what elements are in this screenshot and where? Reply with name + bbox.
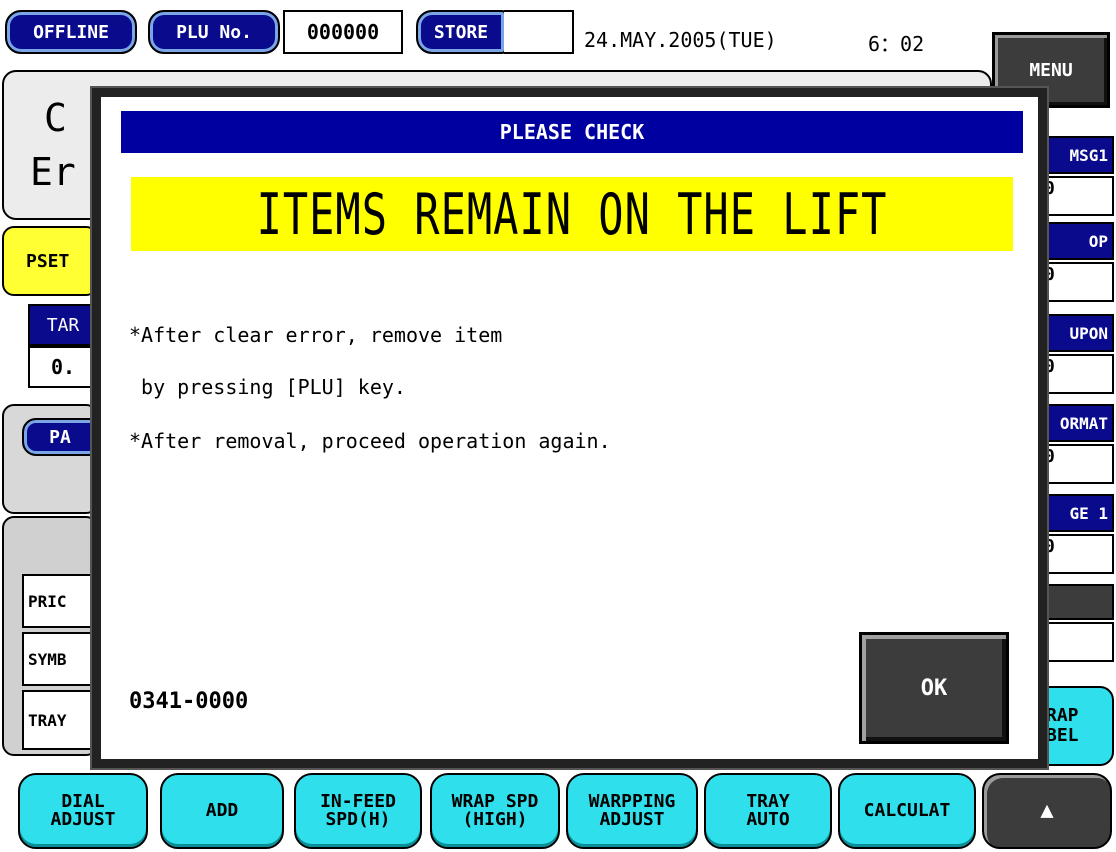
main-display-partial-1: C	[44, 96, 67, 140]
pset-label: PSET	[26, 250, 70, 272]
store-label: STORE	[416, 10, 506, 54]
format-label: ORMAT	[1040, 404, 1114, 442]
right-dark-bar	[1040, 584, 1114, 620]
tray-auto-button[interactable]: TRAY AUTO	[704, 773, 832, 849]
time-display: 6：02	[868, 32, 925, 56]
dial-adjust-button[interactable]: DIAL ADJUST	[18, 773, 148, 849]
op-label: OP	[1040, 222, 1114, 260]
error-banner: ITEMS REMAIN ON THE LIFT	[131, 177, 1013, 251]
wrap-speed-button[interactable]: WRAP SPD (HIGH)	[430, 773, 560, 849]
right-blank-box	[1040, 622, 1114, 662]
tray-row-label: TRAY	[22, 690, 98, 750]
msg1-value: 0	[1040, 176, 1114, 216]
screen: OFFLINE PLU No. 000000 STORE 24.MAY.2005…	[0, 0, 1116, 852]
tare-label: TAR	[28, 304, 98, 346]
wrap-label-line-2: BEL	[1046, 725, 1079, 746]
up-arrow-icon: ▲	[1040, 798, 1054, 823]
scroll-up-button[interactable]: ▲	[982, 773, 1112, 849]
main-display-partial-2: Er	[30, 150, 76, 194]
plu-number-label: PLU No.	[148, 10, 280, 54]
error-code: 0341-0000	[129, 689, 249, 714]
add-button[interactable]: ADD	[160, 773, 284, 849]
pset-button[interactable]: PSET	[2, 226, 98, 296]
coupon-value: 0	[1040, 354, 1114, 394]
error-banner-text: ITEMS REMAIN ON THE LIFT	[256, 180, 888, 248]
pa-label: PA	[22, 418, 98, 456]
tare-value: 0.	[28, 346, 98, 388]
store-value[interactable]	[504, 10, 574, 54]
page-label: GE 1	[1040, 494, 1114, 532]
coupon-label: UPON	[1040, 314, 1114, 352]
op-value: 0	[1040, 262, 1114, 302]
instruction-line-3: *After removal, proceed operation again.	[129, 429, 611, 453]
msg1-label: MSG1	[1040, 136, 1114, 174]
instruction-line-2: by pressing [PLU] key.	[129, 375, 406, 399]
wrap-label-line-1: RAP	[1046, 705, 1079, 726]
in-feed-speed-button[interactable]: IN-FEED SPD(H)	[294, 773, 422, 849]
plu-number-value[interactable]: 000000	[283, 10, 403, 54]
error-dialog: PLEASE CHECK ITEMS REMAIN ON THE LIFT *A…	[92, 88, 1047, 768]
date-display: 24.MAY.2005(TUE)	[584, 28, 777, 52]
ok-button[interactable]: OK	[859, 632, 1009, 744]
wrap-label-button[interactable]: RAP BEL	[1040, 686, 1114, 766]
format-value: 0	[1040, 444, 1114, 484]
wrapping-adjust-button[interactable]: WARPPING ADJUST	[566, 773, 698, 849]
instruction-line-1: *After clear error, remove item	[129, 323, 503, 347]
price-row-label: PRIC	[22, 574, 98, 628]
offline-indicator: OFFLINE	[5, 10, 137, 54]
page-value: 0	[1040, 534, 1114, 574]
calculate-button[interactable]: CALCULAT	[838, 773, 976, 849]
symbol-row-label: SYMB	[22, 632, 98, 686]
dialog-title: PLEASE CHECK	[121, 111, 1023, 153]
